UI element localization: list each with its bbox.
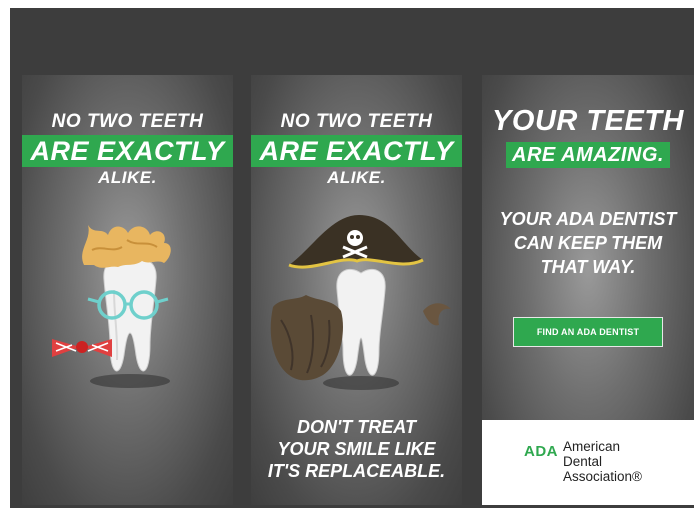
tagline-line-2: YOUR SMILE LIKE (277, 439, 436, 459)
ad-panel-3[interactable]: YOUR TEETH ARE AMAZING. YOUR ADA DENTIST… (482, 75, 694, 505)
ad-panel-1[interactable]: NO TWO TEETH ARE EXACTLY ALIKE. (22, 75, 233, 505)
body-line-3: THAT WAY. (540, 257, 636, 277)
logo-line-2: Dental (563, 454, 603, 469)
tooth-with-wig-icon (52, 225, 171, 388)
body-line-2: CAN KEEP THEM (513, 233, 663, 253)
bow-tie-icon (52, 339, 112, 357)
logo-mark: ADA (524, 443, 558, 460)
ad-panel-2[interactable]: NO TWO TEETH ARE EXACTLY ALIKE. DON'T TR… (251, 75, 462, 505)
beard-icon (270, 295, 343, 381)
tagline-line-1: DON'T TREAT (297, 417, 416, 437)
logo-line-3: Association® (563, 469, 642, 484)
mustache-icon (423, 303, 451, 326)
headline-highlight: ARE AMAZING. (506, 142, 670, 168)
ad-banner-stage: NO TWO TEETH ARE EXACTLY ALIKE. NO TWO T… (10, 8, 694, 508)
tagline-line-3: IT'S REPLACEABLE. (267, 461, 446, 481)
find-dentist-button[interactable]: FIND AN ADA DENTIST (513, 317, 663, 347)
body-line-1: YOUR ADA DENTIST (499, 209, 677, 229)
logo-line-1: American (563, 439, 621, 454)
logo-wordmark: American Dental Association® (563, 439, 642, 484)
ada-logo: ADA American Dental Association® (482, 420, 694, 505)
headline: YOUR TEETH (492, 105, 684, 137)
